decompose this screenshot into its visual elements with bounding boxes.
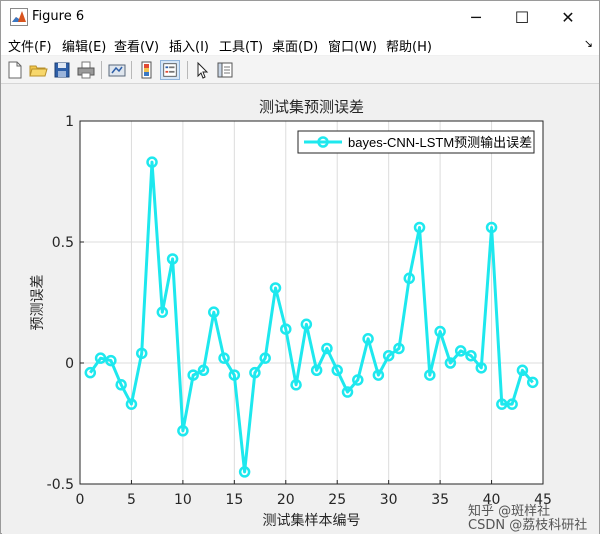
print-icon[interactable] — [76, 60, 96, 80]
close-button[interactable]: ✕ — [545, 1, 591, 33]
property-editor-icon[interactable] — [215, 60, 235, 80]
toolbar-separator — [131, 61, 132, 79]
y-tick-label: 1 — [65, 114, 74, 130]
menu-overflow-arrow-icon[interactable]: ↘ — [584, 37, 593, 50]
toolbar-separator — [101, 61, 102, 79]
menu-tools[interactable]: 工具(T) — [219, 36, 263, 55]
menu-view[interactable]: 查看(V) — [114, 36, 159, 55]
plot-area[interactable]: 0 5 10 15 20 25 30 35 40 45-0.500.51 测试集预测误差 测试集样… — [2, 85, 599, 534]
save-icon[interactable] — [52, 60, 72, 80]
y-tick-label: 0 — [65, 356, 74, 372]
legend-icon[interactable] — [160, 60, 180, 80]
x-tick-label: 25 — [328, 492, 346, 508]
menu-bar: 文件(F) 编辑(E) 查看(V) 插入(I) 工具(T) 桌面(D) 窗口(W… — [1, 33, 599, 55]
pointer-icon[interactable] — [192, 60, 212, 80]
chart-title: 测试集预测误差 — [259, 98, 364, 116]
x-tick-label: 30 — [380, 492, 398, 508]
axes-background — [80, 121, 543, 484]
legend[interactable]: bayes-CNN-LSTM预测输出误差 — [297, 130, 535, 154]
x-tick-label: 0 — [76, 492, 85, 508]
x-tick-label: 20 — [277, 492, 295, 508]
window-title: Figure 6 — [32, 9, 85, 24]
x-axis-label: 测试集样本编号 — [263, 512, 361, 529]
new-figure-icon[interactable] — [5, 60, 25, 80]
y-tick-label: -0.5 — [47, 477, 74, 493]
menu-insert[interactable]: 插入(I) — [169, 36, 209, 55]
menu-file[interactable]: 文件(F) — [8, 36, 52, 55]
minimize-button[interactable]: ─ — [453, 1, 499, 33]
link-plot-icon[interactable] — [107, 60, 127, 80]
toolbar-separator — [187, 61, 188, 79]
menu-help[interactable]: 帮助(H) — [386, 36, 432, 55]
x-tick-label: 10 — [174, 492, 192, 508]
matlab-app-icon — [10, 8, 28, 26]
maximize-button[interactable]: ☐ — [499, 1, 545, 33]
toolbar — [1, 56, 599, 84]
title-bar[interactable]: Figure 6 ─ ☐ ✕ — [1, 1, 599, 33]
open-file-icon[interactable] — [28, 60, 48, 80]
colorbar-icon[interactable] — [137, 60, 157, 80]
watermark-csdn: CSDN @荔枝科研社 — [468, 517, 587, 533]
figure-canvas: 0 5 10 15 20 25 30 35 40 45 -0.5 0 0.5 1 测试集预测误差 测试集样… — [2, 85, 599, 534]
figure-window: Figure 6 ─ ☐ ✕ 文件(F) 编辑(E) 查看(V) 插入(I) 工… — [0, 0, 600, 534]
menu-desktop[interactable]: 桌面(D) — [272, 36, 318, 55]
menu-window[interactable]: 窗口(W) — [328, 36, 377, 55]
watermark-zhihu: 知乎 @斑样社 — [468, 503, 550, 519]
x-tick-label: 35 — [431, 492, 449, 508]
x-tick-label: 15 — [225, 492, 243, 508]
legend-entry-label: bayes-CNN-LSTM预测输出误差 — [348, 135, 532, 150]
y-tick-label: 0.5 — [52, 235, 74, 251]
x-tick-label: 5 — [127, 492, 136, 508]
menu-edit[interactable]: 编辑(E) — [62, 36, 106, 55]
y-axis-label: 预测误差 — [30, 275, 46, 331]
